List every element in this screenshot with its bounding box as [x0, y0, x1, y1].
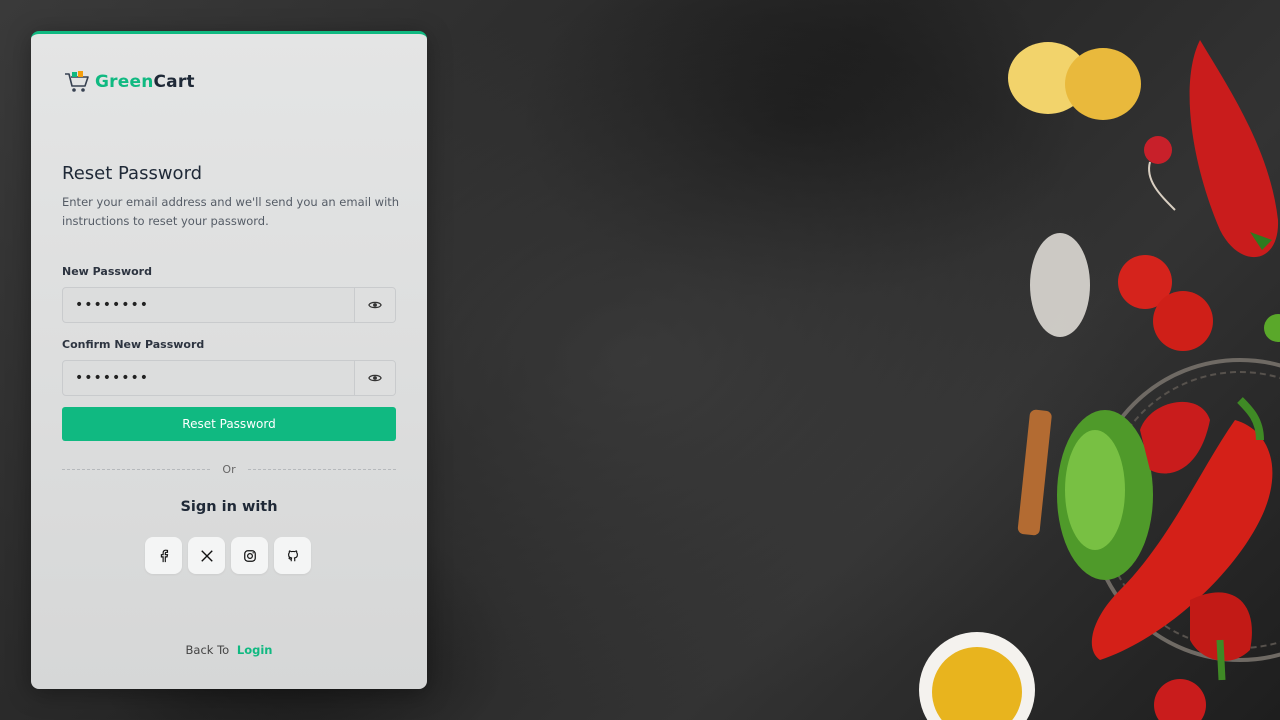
- vegetables-decoration: [919, 40, 1280, 720]
- or-divider: Or: [62, 461, 396, 477]
- new-password-input[interactable]: [63, 288, 354, 322]
- github-login-button[interactable]: [274, 537, 311, 574]
- confirm-password-label: Confirm New Password: [62, 338, 205, 351]
- x-icon: [200, 549, 213, 562]
- divider-line-right: [247, 468, 396, 470]
- divider-text: Or: [222, 462, 236, 476]
- instagram-login-button[interactable]: [231, 537, 268, 574]
- toggle-confirm-password-visibility-button[interactable]: [354, 361, 395, 395]
- confirm-password-field-group: [62, 360, 396, 396]
- confirm-password-input[interactable]: [63, 361, 354, 395]
- toggle-new-password-visibility-button[interactable]: [354, 288, 395, 322]
- social-login-buttons: [145, 537, 311, 574]
- back-to-login: Back To Login: [31, 643, 427, 657]
- shopping-cart-icon: [65, 71, 89, 92]
- eye-icon: [368, 374, 382, 382]
- brand-logo[interactable]: GreenCart: [63, 68, 195, 96]
- reset-password-button[interactable]: Reset Password: [62, 407, 396, 441]
- new-password-field-group: [62, 287, 396, 323]
- new-password-label: New Password: [62, 265, 152, 278]
- back-to-text: Back To: [185, 643, 230, 657]
- facebook-icon: [160, 549, 168, 562]
- reset-password-card: GreenCart Reset Password Enter your emai…: [31, 31, 427, 689]
- brand-name-dark: Cart: [153, 72, 195, 92]
- github-icon: [287, 549, 298, 561]
- page-title: Reset Password: [62, 163, 203, 184]
- facebook-login-button[interactable]: [145, 537, 182, 574]
- sign-in-with-heading: Sign in with: [180, 499, 278, 515]
- brand-name-green: Green: [95, 72, 154, 92]
- x-login-button[interactable]: [188, 537, 225, 574]
- login-link[interactable]: Login: [237, 643, 273, 657]
- page-description: Enter your email address and we'll send …: [62, 195, 400, 228]
- eye-icon: [368, 301, 382, 309]
- divider-line-left: [62, 468, 211, 470]
- instagram-icon: [243, 549, 256, 562]
